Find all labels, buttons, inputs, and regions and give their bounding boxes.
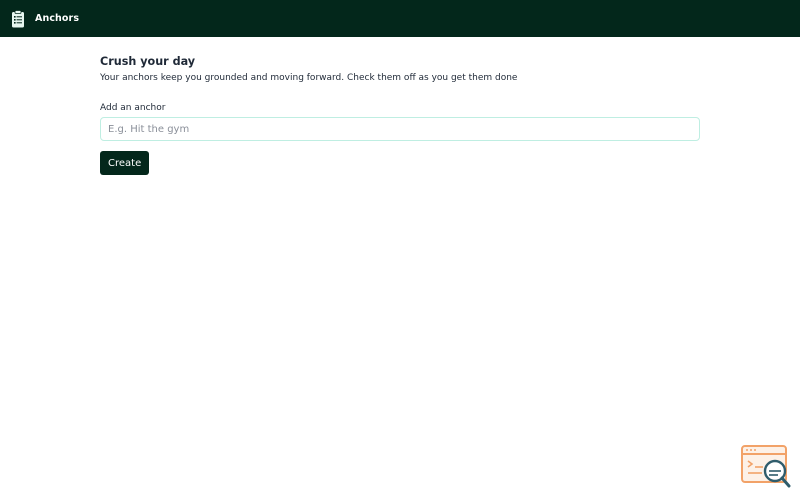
create-button[interactable]: Create (100, 151, 150, 175)
clipboard-list-icon (11, 9, 25, 28)
main-content: Crush your day Your anchors keep you gro… (100, 55, 700, 175)
anchor-input[interactable] (100, 117, 700, 141)
page-title: Crush your day (100, 55, 196, 68)
page-subtitle: Your anchors keep you grounded and movin… (100, 73, 518, 83)
anchor-input-label: Add an anchor (100, 103, 166, 113)
top-bar: Anchors (0, 0, 800, 37)
browser-search-icon[interactable] (740, 444, 792, 488)
app-title: Anchors (35, 13, 80, 24)
